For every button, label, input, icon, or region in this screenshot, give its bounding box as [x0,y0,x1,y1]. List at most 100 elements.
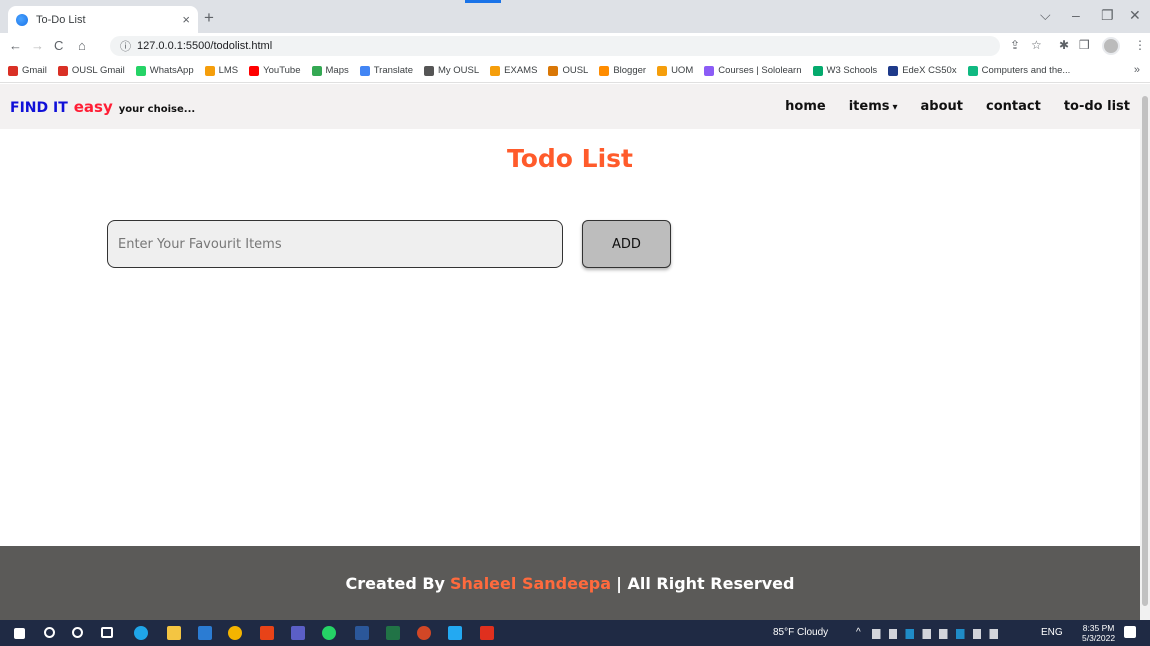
bookmark-item[interactable]: WhatsApp [135,65,194,76]
bookmark-item[interactable]: Translate [359,65,413,76]
search-icon[interactable] [44,627,55,638]
word-icon[interactable] [355,626,369,640]
add-item-button[interactable]: ADD [582,220,671,268]
bookmark-item[interactable]: W3 Schools [812,65,877,76]
nav-menu: home items ▾ about contact to-do list [785,84,1130,129]
bookmark-favicon-icon [135,65,146,76]
url-bar[interactable]: ⓘ 127.0.0.1:5500/todolist.html [110,36,1000,56]
file-explorer-icon[interactable] [167,626,181,640]
nav-link-todo-list[interactable]: to-do list [1064,99,1130,114]
notifications-icon[interactable] [1124,626,1136,638]
teams-icon[interactable] [291,626,305,640]
scrollbar-thumb[interactable] [1142,96,1148,606]
cortana-icon[interactable] [72,627,83,638]
bookmark-favicon-icon [249,65,260,76]
site-info-icon[interactable]: ⓘ [120,38,131,54]
bookmark-item[interactable]: Computers and the... [967,65,1070,76]
home-icon[interactable]: ⌂ [78,38,86,53]
caret-down-icon: ▾ [892,102,898,113]
browser-tab-strip: To-Do List × + ⌵ – ❐ ✕ [0,0,1150,33]
bookmark-label: EdeX CS50x [902,65,957,76]
bookmark-favicon-icon [359,65,370,76]
page-footer: Created By Shaleel Sandeepa | All Right … [0,546,1140,620]
vscode-icon[interactable] [448,626,462,640]
todo-item-input[interactable] [107,220,563,268]
bookmark-favicon-icon [657,65,668,76]
bookmark-label: Gmail [22,65,47,76]
loading-indicator [465,0,501,3]
bookmark-item[interactable]: OUSL [548,65,588,76]
bookmark-label: Courses | Sololearn [718,65,802,76]
bookmark-star-icon[interactable]: ☆ [1031,38,1042,52]
nav-link-contact[interactable]: contact [986,99,1041,114]
bookmark-label: Translate [373,65,413,76]
address-toolbar: ← → C ⌂ ⓘ 127.0.0.1:5500/todolist.html ⇪… [0,33,1150,59]
bookmark-favicon-icon [888,65,899,76]
taskbar-clock[interactable]: 8:35 PM 5/3/2022 [1082,623,1115,643]
extensions-icon[interactable]: ✱ [1059,38,1069,52]
bookmark-item[interactable]: LMS [204,65,238,76]
nav-link-items-label: items [848,99,890,114]
bookmark-item[interactable]: Maps [311,65,349,76]
tab-close-icon[interactable]: × [182,12,190,27]
weather-widget[interactable]: 85°F Cloudy [773,627,828,638]
forward-icon[interactable]: → [31,38,44,53]
nav-link-items[interactable]: items ▾ [849,99,898,114]
bookmark-item[interactable]: YouTube [249,65,301,76]
restore-button[interactable]: ❐ [1101,7,1114,24]
bookmark-label: YouTube [263,65,301,76]
language-indicator[interactable]: ENG [1041,627,1063,638]
task-view-icon[interactable] [101,627,113,638]
reload-icon[interactable]: C [54,38,63,53]
office-icon[interactable] [260,626,274,640]
edge-browser-icon[interactable] [134,626,148,640]
page-viewport: FIND IT easy your choise... home items ▾ … [0,84,1140,620]
bookmark-favicon-icon [57,65,68,76]
bookmark-item[interactable]: EXAMS [490,65,537,76]
page-title: Todo List [506,144,633,173]
windows-start-icon[interactable] [14,628,25,639]
close-window-button[interactable]: ✕ [1129,7,1141,24]
bookmark-item[interactable]: Blogger [599,65,646,76]
show-hidden-icons[interactable]: ^ [856,627,861,638]
side-panel-icon[interactable]: ❒ [1079,38,1090,52]
whatsapp-icon[interactable] [322,626,336,640]
new-tab-button[interactable]: + [204,8,214,28]
tab-search-icon[interactable]: ⌵ [1040,7,1051,24]
page-scrollbar[interactable] [1140,84,1150,620]
bookmark-item[interactable]: My OUSL [423,65,480,76]
browser-tab[interactable]: To-Do List × [8,6,198,33]
bookmark-label: Blogger [613,65,647,76]
chrome-browser-icon[interactable] [228,626,242,640]
bookmark-favicon-icon [490,65,501,76]
bookmark-item[interactable]: UOM [657,65,693,76]
bookmark-item[interactable]: OUSL Gmail [57,65,125,76]
clock-date: 5/3/2022 [1082,633,1116,643]
bookmark-label: WhatsApp [149,65,194,76]
bookmarks-bar: Gmail OUSL Gmail WhatsApp LMS YouTube Maps Tra… [0,59,1150,83]
acrobat-icon[interactable] [480,626,494,640]
browser-menu-icon[interactable]: ⋮ [1134,38,1146,52]
bookmark-favicon-icon [812,65,823,76]
site-logo[interactable]: FIND IT easy your choise... [10,98,195,116]
minimize-button[interactable]: – [1072,7,1080,23]
excel-icon[interactable] [386,626,400,640]
bookmark-item[interactable]: Gmail [8,65,47,76]
bookmark-label: My OUSL [437,65,480,76]
system-tray-icons[interactable] [872,629,1012,639]
tab-favicon-icon [16,13,28,26]
back-icon[interactable]: ← [9,38,22,53]
bookmark-item[interactable]: Courses | Sololearn [704,65,802,76]
share-icon[interactable]: ⇪ [1010,38,1020,52]
nav-link-about[interactable]: about [921,99,963,114]
bookmarks-overflow-icon[interactable]: » [1134,64,1140,76]
brand-tagline: your choise... [118,103,196,115]
store-icon[interactable] [198,626,212,640]
footer-suffix: | All Right Reserved [616,573,795,593]
profile-avatar[interactable] [1102,37,1120,55]
bookmark-item[interactable]: EdeX CS50x [888,65,957,76]
powerpoint-icon[interactable] [417,626,431,640]
tab-title: To-Do List [36,13,86,26]
nav-link-home[interactable]: home [785,99,826,114]
bookmark-favicon-icon [204,65,215,76]
